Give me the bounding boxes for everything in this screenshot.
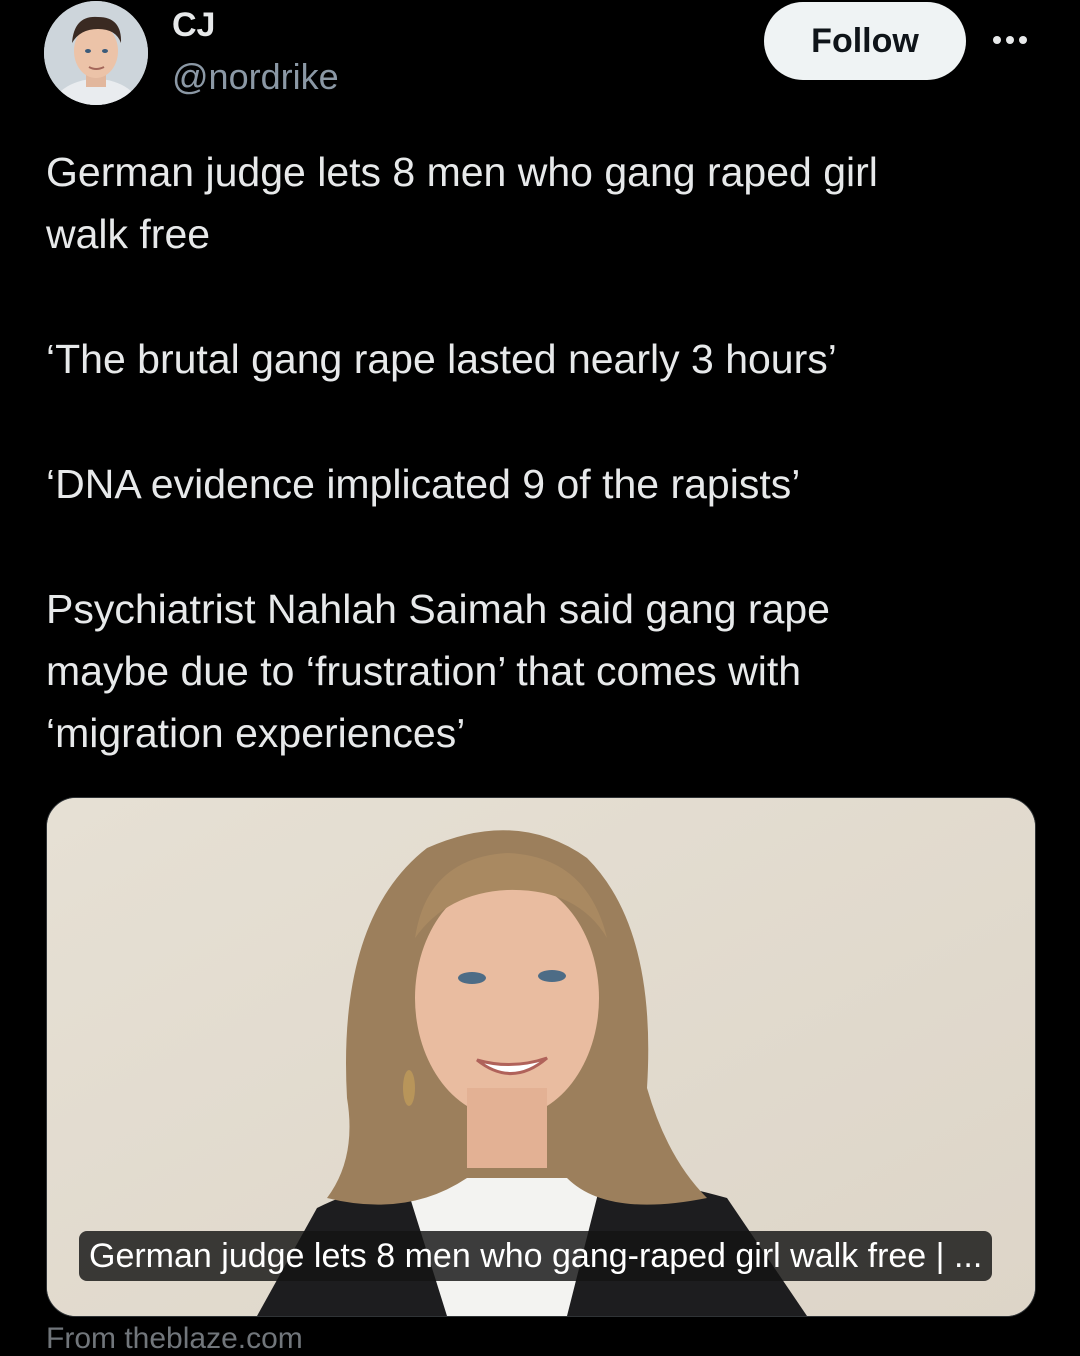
post-paragraph: Psychiatrist Nahlah Saimah said gang rap… [46, 586, 830, 756]
post-paragraph: ‘DNA evidence implicated 9 of the rapist… [46, 461, 801, 507]
follow-button[interactable]: Follow [764, 2, 966, 80]
link-card-caption: German judge lets 8 men who gang-raped g… [79, 1231, 993, 1281]
link-source[interactable]: From theblaze.com [46, 1322, 303, 1356]
author-handle[interactable]: @nordrike [172, 56, 339, 98]
post-paragraph: ‘The brutal gang rape lasted nearly 3 ho… [46, 336, 837, 382]
author-avatar[interactable] [44, 1, 148, 105]
more-horizontal-icon[interactable] [990, 30, 1030, 50]
author-display-name[interactable]: CJ [172, 6, 215, 45]
avatar-image [44, 1, 148, 105]
post-paragraph: German judge lets 8 men who gang raped g… [46, 149, 878, 257]
link-card[interactable]: German judge lets 8 men who gang-raped g… [46, 797, 1036, 1317]
